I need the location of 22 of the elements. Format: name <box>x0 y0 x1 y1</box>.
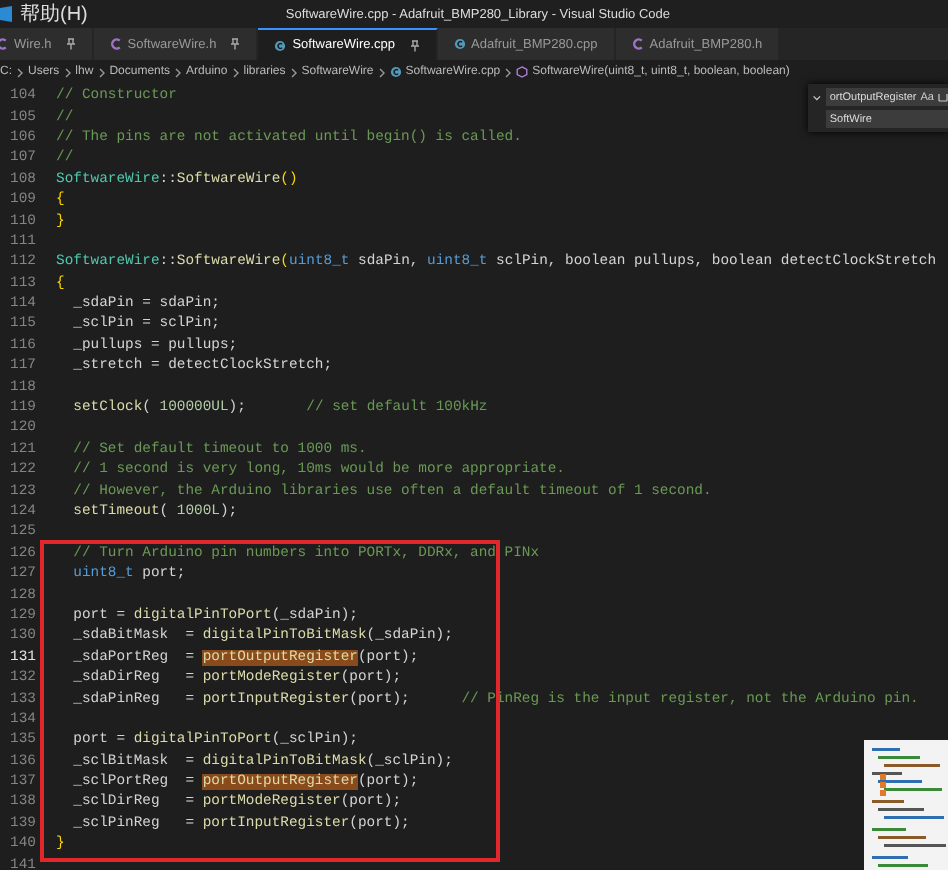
whole-word-icon[interactable] <box>938 92 948 102</box>
chevron-icon <box>504 67 513 77</box>
c-file-icon <box>631 38 644 50</box>
method-icon <box>516 66 529 78</box>
app-logo-icon <box>0 6 12 22</box>
chevron-icon <box>16 67 24 77</box>
c-file-icon <box>109 38 122 50</box>
chevron-down-icon[interactable] <box>812 92 822 104</box>
cpp-file-icon <box>274 39 287 51</box>
chevron-icon <box>377 67 386 77</box>
chevron-icon <box>289 67 298 77</box>
chevron-icon <box>231 67 240 77</box>
code-thumbnail-drawing <box>864 739 948 870</box>
menu-item[interactable]: 帮助(H) <box>20 0 88 28</box>
cpp-file-icon <box>389 66 402 78</box>
pin-icon[interactable] <box>65 38 76 50</box>
chevron-icon <box>174 67 183 77</box>
chevron-icon <box>97 67 106 77</box>
pin-icon[interactable] <box>230 38 241 50</box>
pin-icon[interactable] <box>409 39 420 51</box>
chevron-icon <box>63 67 72 77</box>
cpp-file-icon <box>453 38 466 50</box>
